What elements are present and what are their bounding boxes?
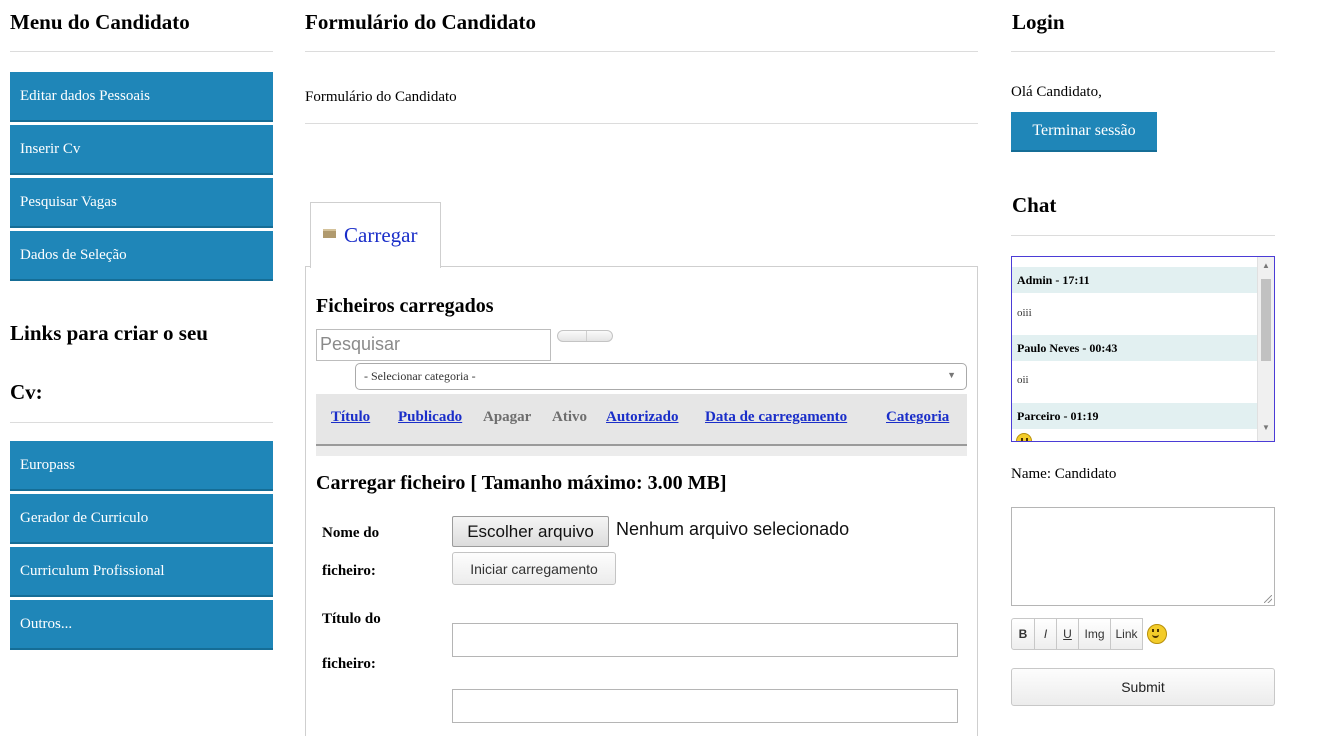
message-text: oii — [1017, 374, 1029, 386]
file-description-input[interactable] — [452, 689, 958, 723]
column-ativo: Ativo — [552, 409, 587, 425]
logout-button[interactable]: Terminar sessão — [1011, 112, 1157, 152]
divider — [10, 422, 273, 423]
column-autorizado[interactable]: Autorizado — [606, 409, 679, 426]
search-input[interactable]: Pesquisar — [316, 329, 551, 361]
emoji-button[interactable] — [1143, 618, 1171, 650]
chat-name-label: Name: Candidato — [1011, 466, 1117, 482]
links-title-cont: Cv: — [10, 380, 43, 404]
folder-icon — [323, 229, 336, 238]
link-outros[interactable]: Outros... — [10, 600, 273, 650]
files-table-header: Título Publicado Apagar Ativo Autorizado… — [316, 394, 967, 446]
column-publicado[interactable]: Publicado — [398, 409, 462, 426]
menu-item-pesquisar-vagas[interactable]: Pesquisar Vagas — [10, 178, 273, 228]
italic-button[interactable]: I — [1035, 618, 1057, 650]
files-heading: Ficheiros carregados — [316, 295, 494, 317]
scroll-down-icon[interactable]: ▼ — [1262, 423, 1270, 432]
menu-item-dados-selecao[interactable]: Dados de Seleção — [10, 231, 273, 281]
message-text: oiii — [1017, 307, 1032, 319]
submit-button[interactable]: Submit — [1011, 668, 1275, 706]
chevron-down-icon: ▼ — [947, 370, 956, 380]
tab-carregar[interactable]: Carregar — [310, 202, 441, 268]
divider — [305, 123, 978, 124]
divider — [1011, 51, 1275, 52]
files-table-body — [316, 446, 967, 456]
file-title-label-cont: ficheiro: — [322, 656, 376, 672]
login-title: Login — [1012, 10, 1065, 34]
divider — [10, 51, 273, 52]
file-name-label: Nome do — [322, 525, 380, 541]
chat-scrollbar[interactable]: ▲ ▼ — [1257, 257, 1274, 441]
column-titulo[interactable]: Título — [331, 409, 370, 426]
chat-title: Chat — [1012, 193, 1057, 217]
smiley-icon — [1147, 624, 1167, 644]
column-categoria[interactable]: Categoria — [886, 409, 949, 426]
underline-button[interactable]: U — [1057, 618, 1079, 650]
link-button[interactable]: Link — [1111, 618, 1143, 650]
category-select-value: - Selecionar categoria - — [364, 369, 476, 383]
scroll-up-icon[interactable]: ▲ — [1262, 261, 1270, 270]
link-curriculum-profissional[interactable]: Curriculum Profissional — [10, 547, 273, 597]
link-europass[interactable]: Europass — [10, 441, 273, 491]
chat-message-input[interactable] — [1011, 507, 1275, 606]
chat-messages[interactable]: Admin - 17:11 oiii Paulo Neves - 00:43 o… — [1011, 256, 1275, 442]
greeting-text: Olá Candidato, — [1011, 84, 1102, 100]
upload-heading: Carregar ficheiro [ Tamanho máximo: 3.00… — [316, 472, 727, 494]
file-name-label-cont: ficheiro: — [322, 563, 376, 579]
menu-item-editar-dados[interactable]: Editar dados Pessoais — [10, 72, 273, 122]
menu-title: Menu do Candidato — [10, 10, 190, 34]
chat-format-toolbar: B I U Img Link — [1011, 618, 1171, 650]
message-author: Paulo Neves - 00:43 — [1012, 335, 1258, 361]
choose-file-button[interactable]: Escolher arquivo — [452, 516, 609, 547]
file-title-label: Título do — [322, 611, 381, 627]
smiley-icon — [1016, 433, 1032, 441]
menu-item-inserir-cv[interactable]: Inserir Cv — [10, 125, 273, 175]
link-gerador-curriculo[interactable]: Gerador de Curriculo — [10, 494, 273, 544]
start-upload-button[interactable]: Iniciar carregamento — [452, 552, 616, 585]
resize-grip-icon[interactable] — [1264, 595, 1272, 603]
message-author: Admin - 17:11 — [1012, 267, 1258, 293]
category-select[interactable]: - Selecionar categoria - ▼ — [355, 363, 967, 390]
page-subtitle: Formulário do Candidato — [305, 89, 457, 105]
no-file-text: Nenhum arquivo selecionado — [616, 519, 850, 539]
search-button[interactable] — [557, 330, 613, 342]
divider — [1011, 235, 1275, 236]
tab-label: Carregar — [344, 223, 418, 247]
scroll-thumb[interactable] — [1261, 279, 1271, 361]
column-data-carregamento[interactable]: Data de carregamento — [705, 409, 847, 426]
message-author: Parceiro - 01:19 — [1012, 403, 1258, 429]
divider — [305, 51, 978, 52]
bold-button[interactable]: B — [1011, 618, 1035, 650]
page-title: Formulário do Candidato — [305, 10, 537, 34]
column-apagar: Apagar — [483, 409, 532, 425]
file-title-input[interactable] — [452, 623, 958, 657]
links-title: Links para criar o seu — [10, 321, 208, 345]
image-button[interactable]: Img — [1079, 618, 1111, 650]
